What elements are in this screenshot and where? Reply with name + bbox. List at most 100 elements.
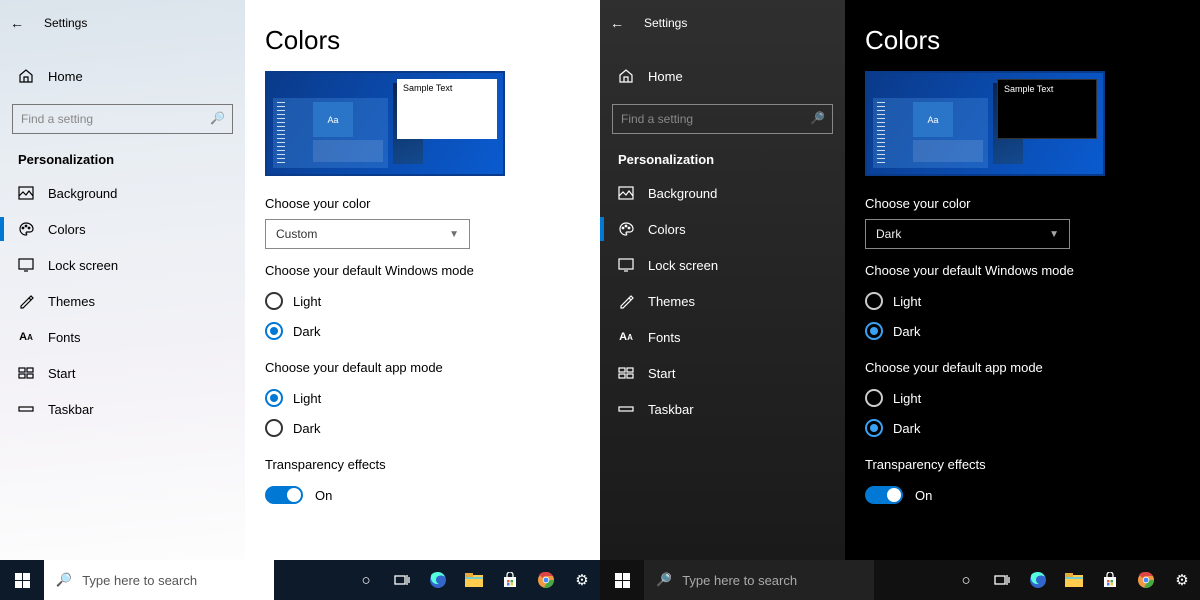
- color-select-value: Dark: [876, 227, 901, 241]
- radio-icon: [265, 389, 283, 407]
- palette-icon: [18, 221, 34, 237]
- app-mode-dark[interactable]: Dark: [865, 413, 1180, 443]
- chevron-down-icon: ▼: [1049, 229, 1059, 240]
- app-mode-label: Choose your default app mode: [265, 360, 580, 375]
- sidebar-item-fonts[interactable]: AAFonts: [0, 319, 245, 355]
- search-input[interactable]: [612, 104, 833, 134]
- chrome-icon[interactable]: [528, 560, 564, 600]
- app-title: Settings: [44, 16, 87, 30]
- taskbar-icons: ○ ⚙: [948, 560, 1200, 600]
- picture-icon: [618, 185, 634, 201]
- nav-list: Background Colors Lock screen Themes AAF…: [0, 175, 245, 427]
- toggle-state: On: [315, 488, 332, 503]
- sidebar-item-start[interactable]: Start: [0, 355, 245, 391]
- preview-tile: Aa: [313, 102, 353, 137]
- win-mode-light[interactable]: Light: [265, 286, 580, 316]
- chrome-icon[interactable]: [1128, 560, 1164, 600]
- taskbar: 🔍Type here to search ○ ⚙: [600, 560, 1200, 600]
- search-wrap: 🔍: [612, 104, 833, 134]
- taskview-icon[interactable]: [984, 560, 1020, 600]
- preview-tile: Aa: [913, 102, 953, 137]
- settings-icon[interactable]: ⚙: [1164, 560, 1200, 600]
- titlebar: ← Settings: [600, 8, 845, 38]
- home-link[interactable]: Home: [0, 58, 245, 94]
- titlebar: ← Settings: [0, 8, 245, 38]
- preview-window: Sample Text: [997, 79, 1097, 139]
- start-button[interactable]: [0, 560, 44, 600]
- win-mode-dark[interactable]: Dark: [265, 316, 580, 346]
- toggle-state: On: [915, 488, 932, 503]
- category-header: Personalization: [0, 134, 245, 175]
- radio-icon: [265, 322, 283, 340]
- app-mode-dark[interactable]: Dark: [265, 413, 580, 443]
- page-title: Colors: [865, 25, 1180, 56]
- transparency-label: Transparency effects: [265, 457, 580, 472]
- edge-icon[interactable]: [1020, 560, 1056, 600]
- sidebar-item-taskbar[interactable]: Taskbar: [0, 391, 245, 427]
- cortana-icon[interactable]: ○: [348, 560, 384, 600]
- themes-icon: [18, 293, 34, 309]
- sidebar-item-background[interactable]: Background: [600, 175, 845, 211]
- win-mode-label: Choose your default Windows mode: [865, 263, 1180, 278]
- color-select-value: Custom: [276, 227, 317, 241]
- taskbar: 🔍Type here to search ○ ⚙: [0, 560, 600, 600]
- sidebar-item-background[interactable]: Background: [0, 175, 245, 211]
- sidebar-item-lockscreen[interactable]: Lock screen: [0, 247, 245, 283]
- color-select[interactable]: Dark ▼: [865, 219, 1070, 249]
- windows-icon: [615, 573, 630, 588]
- win-mode-dark[interactable]: Dark: [865, 316, 1180, 346]
- store-icon[interactable]: [492, 560, 528, 600]
- search-input[interactable]: [12, 104, 233, 134]
- search-icon: 🔍: [56, 572, 72, 588]
- fonts-icon: AA: [18, 329, 34, 345]
- search-icon: 🔍: [210, 111, 225, 125]
- main-content: Colors Aa Sample Text Choose your color …: [245, 0, 600, 560]
- radio-icon: [265, 292, 283, 310]
- search-icon: 🔍: [656, 572, 672, 588]
- taskbar-icon: [18, 401, 34, 417]
- sidebar: ← Settings Home 🔍 Personalization Backgr…: [600, 0, 845, 560]
- choose-color-label: Choose your color: [265, 196, 580, 211]
- taskbar-search[interactable]: 🔍Type here to search: [44, 560, 274, 600]
- sidebar-item-lockscreen[interactable]: Lock screen: [600, 247, 845, 283]
- sidebar-item-fonts[interactable]: AAFonts: [600, 319, 845, 355]
- palette-icon: [618, 221, 634, 237]
- windows-icon: [15, 573, 30, 588]
- sidebar-item-themes[interactable]: Themes: [0, 283, 245, 319]
- app-mode-light[interactable]: Light: [865, 383, 1180, 413]
- store-icon[interactable]: [1092, 560, 1128, 600]
- explorer-icon[interactable]: [1056, 560, 1092, 600]
- sidebar-item-themes[interactable]: Themes: [600, 283, 845, 319]
- back-icon[interactable]: ←: [10, 15, 24, 31]
- taskview-icon[interactable]: [384, 560, 420, 600]
- transparency-toggle-row: On: [265, 480, 580, 510]
- edge-icon[interactable]: [420, 560, 456, 600]
- radio-icon: [865, 292, 883, 310]
- settings-icon[interactable]: ⚙: [564, 560, 600, 600]
- category-header: Personalization: [600, 134, 845, 175]
- radio-icon: [865, 419, 883, 437]
- transparency-toggle[interactable]: [265, 486, 303, 504]
- settings-window-dark: ← Settings Home 🔍 Personalization Backgr…: [600, 0, 1200, 600]
- cortana-icon[interactable]: ○: [948, 560, 984, 600]
- home-link[interactable]: Home: [600, 58, 845, 94]
- transparency-toggle[interactable]: [865, 486, 903, 504]
- sidebar-item-start[interactable]: Start: [600, 355, 845, 391]
- color-select[interactable]: Custom ▼: [265, 219, 470, 249]
- sidebar-item-colors[interactable]: Colors: [600, 211, 845, 247]
- app-mode-light[interactable]: Light: [265, 383, 580, 413]
- page-title: Colors: [265, 25, 580, 56]
- start-icon: [618, 365, 634, 381]
- taskbar-icon: [618, 401, 634, 417]
- back-icon[interactable]: ←: [610, 15, 624, 31]
- start-icon: [18, 365, 34, 381]
- sidebar-item-taskbar[interactable]: Taskbar: [600, 391, 845, 427]
- choose-color-label: Choose your color: [865, 196, 1180, 211]
- settings-window-light: ← Settings Home 🔍 Personalization Backgr…: [0, 0, 600, 600]
- preview-window: Sample Text: [397, 79, 497, 139]
- taskbar-search[interactable]: 🔍Type here to search: [644, 560, 874, 600]
- start-button[interactable]: [600, 560, 644, 600]
- explorer-icon[interactable]: [456, 560, 492, 600]
- win-mode-light[interactable]: Light: [865, 286, 1180, 316]
- sidebar-item-colors[interactable]: Colors: [0, 211, 245, 247]
